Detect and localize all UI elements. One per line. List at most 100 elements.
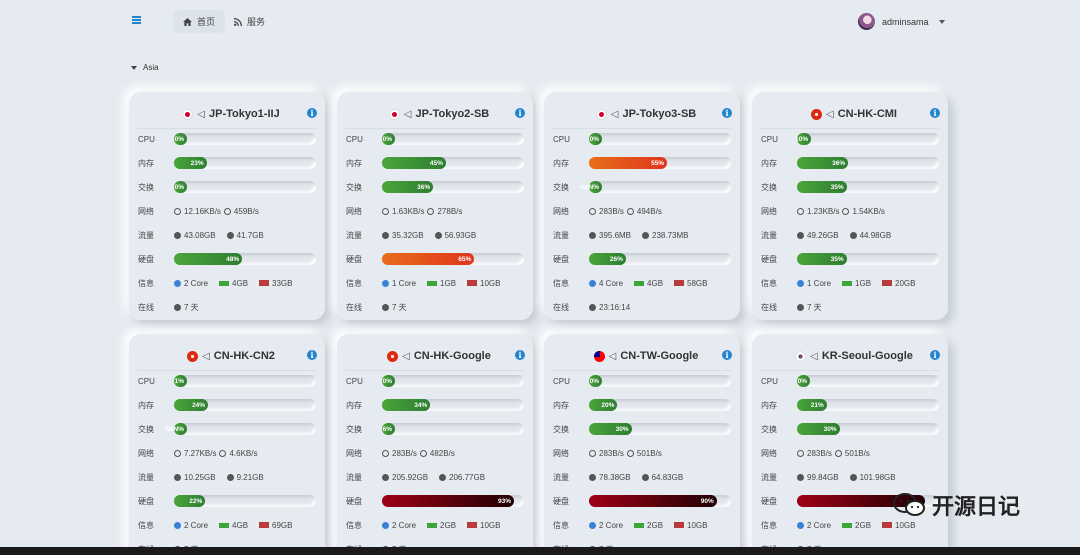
server-name: CN-HK-CN2 xyxy=(213,350,275,362)
hdd-icon xyxy=(259,280,270,286)
row-label: 硬盘 xyxy=(761,254,777,264)
stat-row-cpu: CPU 0% xyxy=(761,374,940,388)
stat-row-traffic: 流量 10.25GB 9.21GB xyxy=(138,470,317,484)
swap-progress-bar: 0% xyxy=(174,181,316,193)
info-icon[interactable]: i xyxy=(930,350,940,360)
stat-row-mem: 内存 20% xyxy=(553,398,732,412)
row-label: 流量 xyxy=(761,472,777,482)
upload-icon xyxy=(439,473,447,481)
info-icon[interactable]: i xyxy=(307,350,317,360)
swap-progress-bar: 30% xyxy=(797,423,939,435)
server-card[interactable]: ◁ KR-Seoul-Google i CPU 0% 内存 21% 交换 30% 网络 283B/s… xyxy=(752,334,948,555)
info-icon[interactable]: i xyxy=(722,108,732,118)
row-label: 硬盘 xyxy=(761,496,777,506)
menu-toggle-icon[interactable] xyxy=(132,16,141,24)
wechat-icon xyxy=(893,493,925,516)
bottom-bar xyxy=(0,547,1080,555)
chevron-down-icon xyxy=(938,19,945,24)
hardware-info: 1 Core 1GB 10GB xyxy=(382,279,501,288)
download-icon xyxy=(174,231,181,239)
row-label: 内存 xyxy=(553,400,569,410)
ram-size: 2GB xyxy=(855,520,872,530)
cpu-progress-fill: 0% xyxy=(382,375,395,387)
group-header[interactable]: Asia xyxy=(131,63,159,72)
traffic-out-value: 238.73MB xyxy=(652,230,689,240)
info-icon[interactable]: i xyxy=(722,350,732,360)
stat-row-info: 信息 2 Core 4GB 69GB xyxy=(138,518,317,532)
stat-row-uptime: 在线 7 天 xyxy=(346,300,525,314)
tab-home[interactable]: 首页 xyxy=(173,10,226,33)
row-label: 流量 xyxy=(761,230,777,240)
row-label: 在线 xyxy=(346,302,362,312)
signal-icon: ◁ xyxy=(202,350,210,362)
tab-services[interactable]: 服务 xyxy=(224,10,275,33)
row-label: 硬盘 xyxy=(346,254,362,264)
arrow-down-circle-icon xyxy=(589,449,596,457)
server-card-header: ◁ KR-Seoul-Google xyxy=(752,348,948,364)
net-in-value: 7.27KB/s xyxy=(184,448,217,458)
stat-row-mem: 内存 24% xyxy=(138,398,317,412)
hdd-icon xyxy=(674,280,685,286)
hdd-icon xyxy=(467,522,478,528)
row-label: 交换 xyxy=(761,182,777,192)
mem-progress-bar: 20% xyxy=(589,399,731,411)
server-card[interactable]: ◁ CN-TW-Google i CPU 0% 内存 20% 交换 30% 网络 283B/s 501… xyxy=(544,334,740,555)
arrow-down-circle-icon xyxy=(382,449,389,457)
server-card[interactable]: ◁ JP-Tokyo3-SB i CPU 0% 内存 55% 交换 NaN% 网络 283B/s 49… xyxy=(544,92,740,320)
info-icon[interactable]: i xyxy=(515,350,525,360)
mem-progress-fill: 45% xyxy=(382,157,446,169)
info-icon[interactable]: i xyxy=(515,108,525,118)
arrow-down-circle-icon xyxy=(589,207,596,215)
stat-row-traffic: 流量 49.26GB 44.98GB xyxy=(761,228,940,242)
server-card[interactable]: ◁ CN-HK-Google i CPU 0% 内存 34% 交换 6% 网络 283B/s 482B… xyxy=(337,334,533,555)
stat-row-cpu: CPU 1% xyxy=(138,374,317,388)
server-card-header: ◁ JP-Tokyo2-SB xyxy=(337,106,533,122)
row-label: 网络 xyxy=(761,206,777,216)
tab-home-label: 首页 xyxy=(197,17,216,27)
uptime-value: 7 天 xyxy=(184,302,199,312)
server-card[interactable]: ◁ CN-HK-CMI i CPU 10% 内存 36% 交换 35% 网络 1.23KB/s 1.5… xyxy=(752,92,948,320)
ram-size: 2GB xyxy=(440,520,457,530)
row-label: 硬盘 xyxy=(138,496,154,506)
info-icon[interactable]: i xyxy=(307,108,317,118)
row-label: 流量 xyxy=(138,472,154,482)
net-out-value: 501B/s xyxy=(844,448,870,458)
server-card[interactable]: ◁ JP-Tokyo1-IIJ i CPU 0% 内存 23% 交换 0% 网络 12.16KB/s… xyxy=(129,92,325,320)
server-card[interactable]: ◁ CN-HK-CN2 i CPU 1% 内存 24% 交换 NaN% 网络 7.27KB/s 4.6… xyxy=(129,334,325,555)
mem-progress-bar: 34% xyxy=(382,399,524,411)
row-label: 交换 xyxy=(761,424,777,434)
swap-progress-fill: 36% xyxy=(382,181,434,193)
net-speed: 1.23KB/s 1.54KB/s xyxy=(797,207,885,216)
stat-row-info: 信息 2 Core 4GB 33GB xyxy=(138,276,317,290)
flag-icon xyxy=(595,108,607,120)
server-card-header: ◁ CN-HK-Google xyxy=(337,348,533,364)
stat-row-uptime: 在线 23:16:14 xyxy=(553,300,732,314)
row-label: 内存 xyxy=(761,158,777,168)
server-card[interactable]: ◁ JP-Tokyo2-SB i CPU 0% 内存 45% 交换 36% 网络 1.63KB/s 2… xyxy=(337,92,533,320)
hardware-info: 2 Core 4GB 69GB xyxy=(174,521,293,530)
net-in-value: 283B/s xyxy=(599,448,624,458)
stat-row-swap: 交换 30% xyxy=(761,422,940,436)
ram-size: 4GB xyxy=(232,278,249,288)
stat-row-cpu: CPU 10% xyxy=(761,132,940,146)
traffic-total: 78.38GB 64.83GB xyxy=(589,473,683,482)
flag-icon xyxy=(182,108,194,120)
traffic-out-value: 56.93GB xyxy=(444,230,477,240)
net-speed: 1.63KB/s 278B/s xyxy=(382,207,462,216)
stat-row-swap: 交换 36% xyxy=(346,180,525,194)
info-icon[interactable]: i xyxy=(930,108,940,118)
download-icon xyxy=(797,231,804,239)
arrow-up-circle-icon xyxy=(219,449,227,457)
net-out-value: 494B/s xyxy=(636,206,662,216)
hdd-icon xyxy=(882,522,893,528)
swap-progress-fill: NaN% xyxy=(580,181,602,193)
memory-icon xyxy=(634,522,645,528)
row-label: 网络 xyxy=(138,448,154,458)
storage-size: 10GB xyxy=(687,520,708,530)
disk-progress-bar: 93% xyxy=(382,495,524,507)
net-out-value: 1.54KB/s xyxy=(852,206,885,216)
core-count: 1 Core xyxy=(392,278,417,288)
user-menu[interactable]: adminsama xyxy=(858,13,945,30)
row-label: 硬盘 xyxy=(553,254,569,264)
stat-row-net: 网络 283B/s 494B/s xyxy=(553,204,732,218)
